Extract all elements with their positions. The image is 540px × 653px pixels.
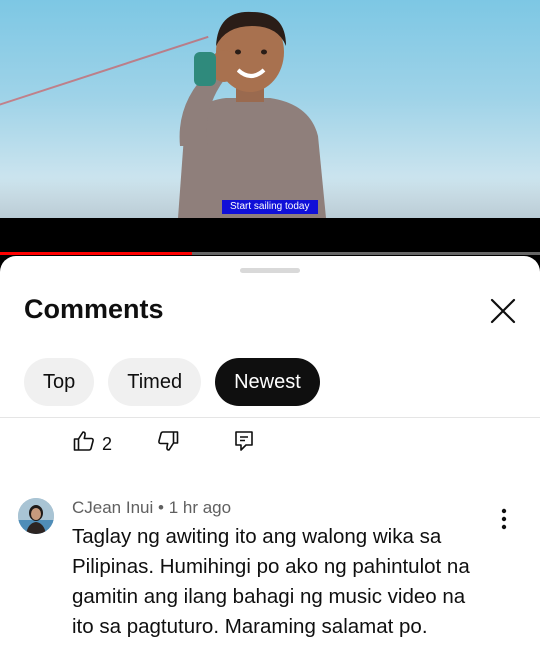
- video-player[interactable]: Start sailing today: [0, 0, 540, 218]
- comment-meta: CJean Inui • 1 hr ago: [72, 498, 231, 518]
- video-caption: Start sailing today: [222, 200, 318, 214]
- close-icon[interactable]: [488, 296, 518, 326]
- meta-separator: •: [158, 498, 164, 517]
- chip-newest[interactable]: Newest: [215, 358, 320, 406]
- avatar[interactable]: [18, 498, 54, 534]
- video-person-figure: [178, 11, 326, 218]
- thumbs-down-icon[interactable]: [156, 429, 180, 453]
- video-letterbox: [0, 218, 540, 254]
- comment-text: Taglay ng awiting ito ang walong wika sa…: [72, 525, 470, 638]
- drag-handle[interactable]: [240, 268, 300, 273]
- video-progress-played: [0, 252, 192, 255]
- more-vert-icon[interactable]: [494, 506, 514, 532]
- comment-author[interactable]: CJean Inui: [72, 498, 153, 517]
- comments-sheet: Comments Top Timed Newest 2 CJean Inui •…: [0, 256, 540, 653]
- comment-time: 1 hr ago: [168, 498, 232, 517]
- video-progress-bar[interactable]: [0, 252, 540, 255]
- sort-chips: Top Timed Newest: [24, 358, 320, 406]
- chips-divider: [0, 417, 540, 418]
- reply-icon[interactable]: [232, 429, 256, 453]
- comments-title: Comments: [24, 294, 164, 324]
- previous-comment-actions: 2: [72, 429, 272, 459]
- thumbs-up-icon[interactable]: [72, 429, 96, 453]
- chip-timed[interactable]: Timed: [108, 358, 202, 406]
- like-count: 2: [102, 434, 113, 454]
- chip-top[interactable]: Top: [24, 358, 95, 406]
